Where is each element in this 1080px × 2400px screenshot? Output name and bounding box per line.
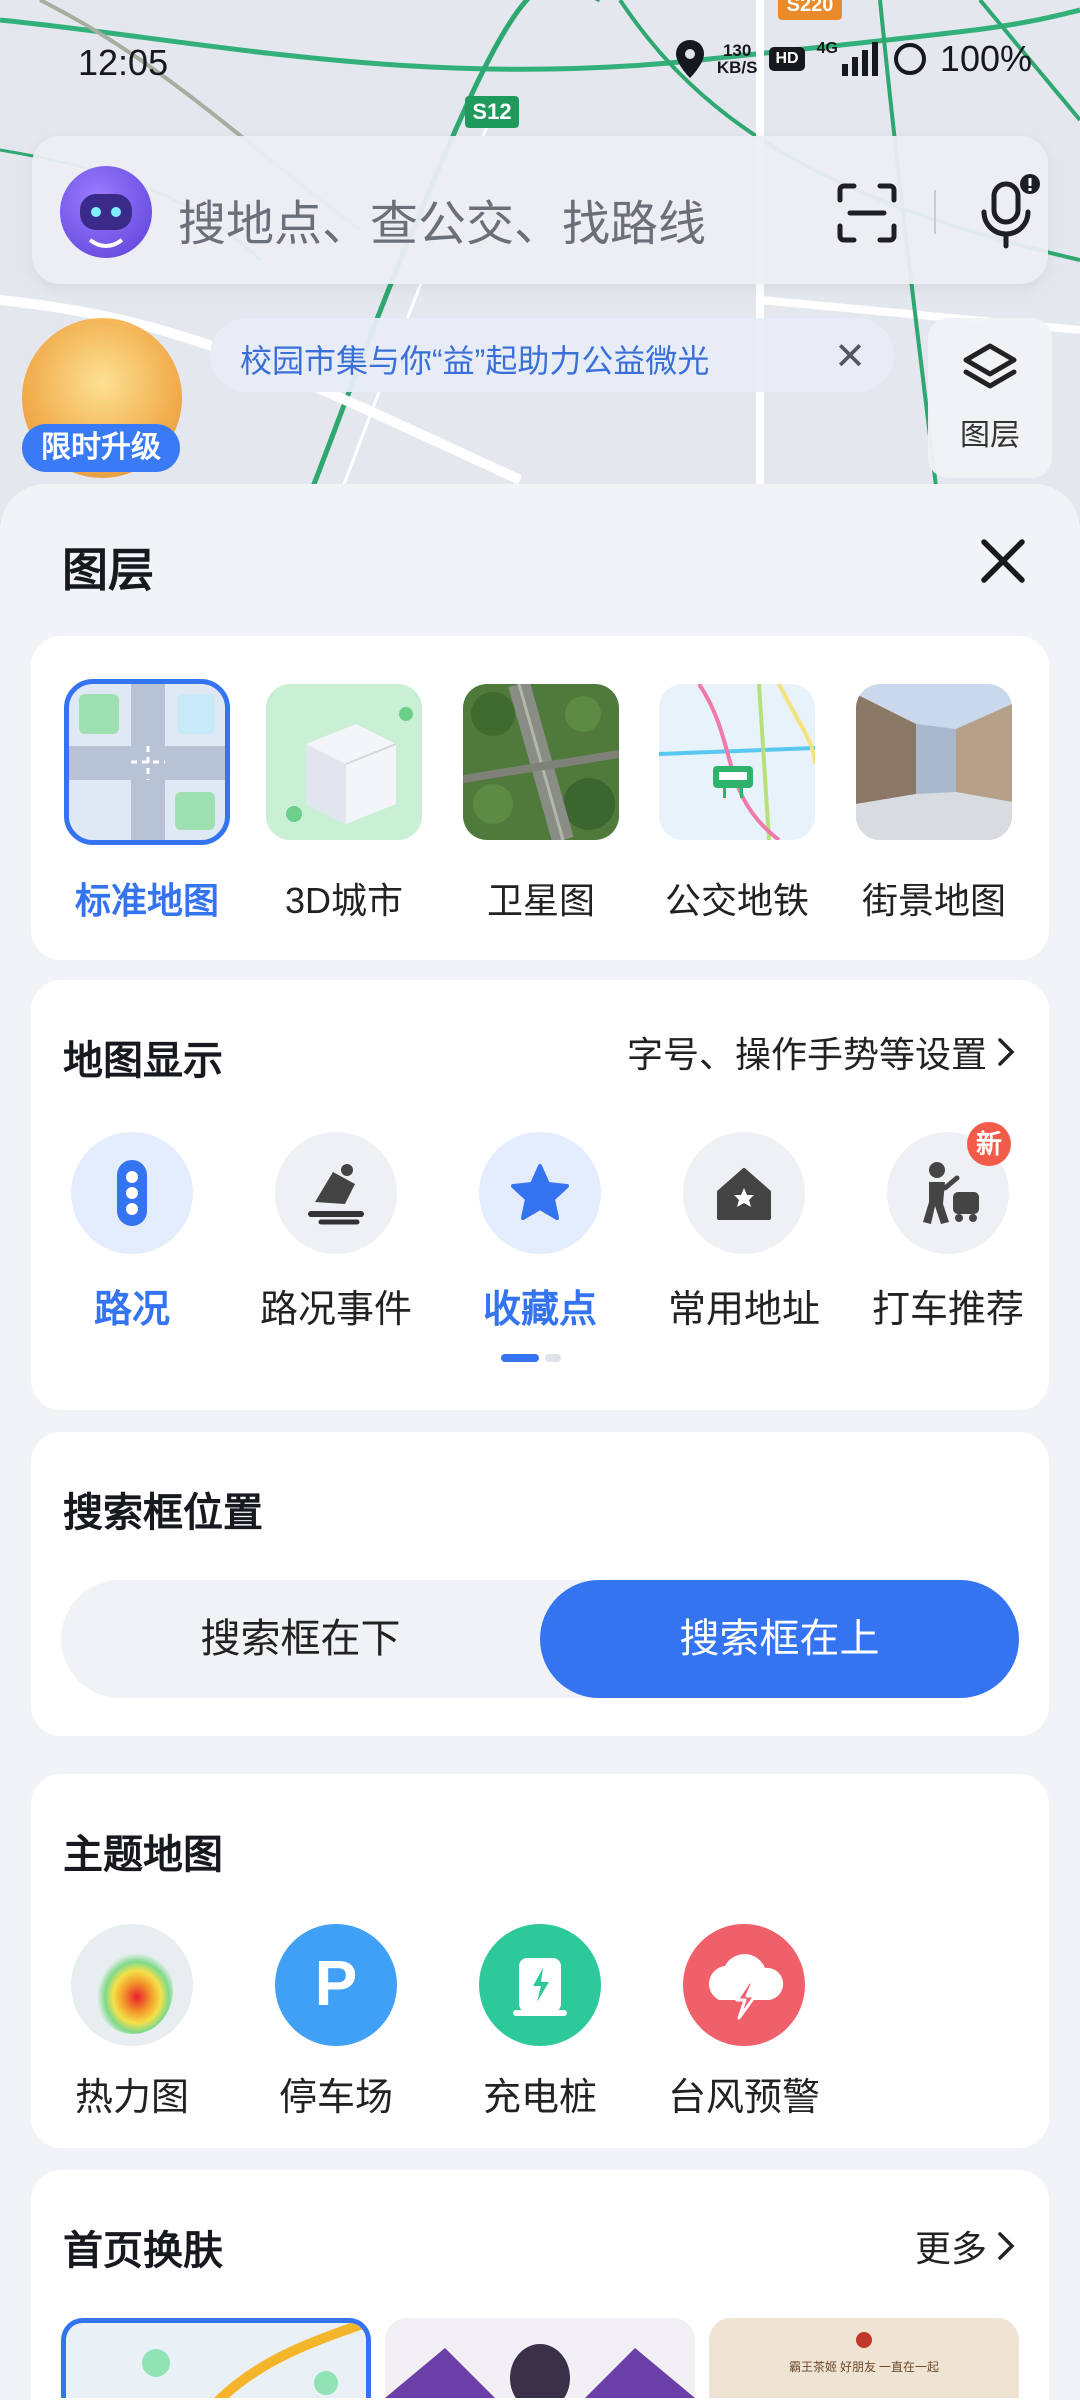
common-address-toggle[interactable] (683, 1132, 805, 1254)
traffic-toggle[interactable] (71, 1132, 193, 1254)
map-type-card: 标准地图 3D城市 卫星图 公交地铁 街景地图 (31, 636, 1049, 960)
traffic-light-icon (117, 1160, 147, 1226)
traffic-events-toggle[interactable] (275, 1132, 397, 1254)
map-type-transit[interactable] (659, 684, 815, 840)
notice-text[interactable]: 校园市集与你“益”起助力公益微光 (240, 336, 709, 382)
display-settings-label[interactable]: 字号、操作手势等设置 (627, 1026, 987, 1078)
promo-upgrade-badge[interactable]: 限时升级 (22, 424, 180, 472)
search-input[interactable]: 搜地点、查公交、找路线 (178, 184, 706, 254)
display-settings-link[interactable]: 字号、操作手势等设置 (627, 1026, 1015, 1078)
display-item-label[interactable]: 常用地址 (644, 1278, 844, 1333)
search-bar[interactable]: 搜地点、查公交、找路线 (32, 136, 1048, 284)
map-type-label[interactable]: 3D城市 (246, 872, 442, 924)
map-type-label[interactable]: 街景地图 (836, 872, 1032, 924)
sheet-title: 图层 (62, 544, 154, 596)
favorites-toggle[interactable] (479, 1132, 601, 1254)
theme-item-label[interactable]: 热力图 (32, 2066, 232, 2121)
battery-ring-icon (893, 43, 926, 75)
map-display-card: 地图显示 字号、操作手势等设置 路况 路况事件 收藏点 常用地址 新 打车推荐 (31, 980, 1049, 1410)
map-type-3d-city[interactable] (266, 684, 422, 840)
status-bar: 12:05 130 KB/S HD 4G 100% (0, 0, 1080, 130)
signal-icon (841, 42, 878, 76)
home-icon (717, 1168, 771, 1220)
charging-pile-icon[interactable] (479, 1924, 601, 2046)
status-icons: 130 KB/S HD 4G 100% (675, 38, 1032, 80)
theme-map-title: 主题地图 (63, 1833, 223, 1877)
heatmap-icon[interactable] (71, 1924, 193, 2046)
page-dot (545, 1354, 561, 1362)
theme-item-label[interactable]: 充电桩 (440, 2066, 640, 2121)
theme-item-label[interactable]: 停车场 (236, 2066, 436, 2121)
search-bottom-option[interactable]: 搜索框在下 (61, 1580, 540, 1698)
map-type-label[interactable]: 标准地图 (49, 872, 245, 924)
map-type-label[interactable]: 卫星图 (443, 872, 639, 924)
chevron-right-icon (998, 2232, 1015, 2260)
map-display-title: 地图显示 (63, 1039, 223, 1083)
skin-game-character[interactable] (385, 2318, 695, 2398)
skin-tea-brand[interactable]: 霸王茶姬 好朋友 一直在一起 (709, 2318, 1019, 2398)
search-top-option[interactable]: 搜索框在上 (540, 1580, 1019, 1698)
microphone-icon[interactable] (972, 172, 1042, 252)
page-dot-active (501, 1354, 539, 1362)
skin-card: 首页换肤 更多 霸王茶姬 好朋友 一直在一起 (31, 2170, 1049, 2400)
map-type-standard[interactable] (64, 679, 230, 845)
new-badge: 新 (967, 1122, 1011, 1166)
notice-banner[interactable]: 校园市集与你“益”起助力公益微光 ✕ (210, 318, 894, 392)
map-type-satellite[interactable] (463, 684, 619, 840)
search-position-segmented[interactable]: 搜索框在下 搜索框在上 (61, 1580, 1019, 1698)
display-item-label[interactable]: 收藏点 (440, 1278, 640, 1333)
map-type-street-view[interactable] (856, 684, 1012, 840)
parking-glyph: P (314, 1947, 358, 2019)
network-type: 4G (816, 40, 838, 57)
close-icon[interactable] (976, 534, 1030, 588)
skin-more-link[interactable]: 更多 (915, 2220, 1015, 2272)
star-icon (511, 1164, 569, 1220)
skin-tea-caption: 霸王茶姬 好朋友 一直在一起 (788, 2360, 939, 2374)
chevron-right-icon (998, 1038, 1015, 1066)
skin-more-label[interactable]: 更多 (915, 2220, 987, 2272)
display-item-label[interactable]: 路况 (32, 1278, 232, 1333)
layer-button-label: 图层 (960, 419, 1020, 452)
scan-icon[interactable] (832, 178, 902, 248)
typhoon-warning-icon[interactable] (683, 1924, 805, 2046)
theme-map-card: 主题地图 热力图 P 停车场 充电桩 台风预警 (31, 1774, 1049, 2148)
location-icon (675, 40, 704, 78)
search-position-title: 搜索框位置 (63, 1491, 263, 1535)
parking-icon[interactable]: P (275, 1924, 397, 2046)
close-icon[interactable]: ✕ (834, 334, 866, 379)
search-divider (934, 190, 936, 234)
skin-title: 首页换肤 (63, 2229, 223, 2273)
network-speed: 130 KB/S (716, 41, 758, 77)
page-indicator (501, 1354, 561, 1362)
display-item-label[interactable]: 路况事件 (236, 1278, 436, 1333)
search-position-card: 搜索框位置 搜索框在下 搜索框在上 (31, 1432, 1049, 1736)
hd-badge: HD (769, 47, 805, 71)
layer-button[interactable]: 图层 (928, 318, 1052, 478)
status-time: 12:05 (78, 42, 169, 83)
assistant-avatar-icon[interactable] (60, 166, 152, 258)
map-type-label[interactable]: 公交地铁 (639, 872, 835, 924)
battery-percent: 100% (939, 38, 1032, 79)
skin-default[interactable] (61, 2318, 371, 2398)
theme-item-label[interactable]: 台风预警 (644, 2066, 844, 2121)
road-event-icon (308, 1164, 364, 1225)
layer-sheet: 图层 标准地图 3D城市 卫星图 公交地铁 街景地图 地图显示 字号、操作手势等… (0, 484, 1080, 2400)
display-item-label[interactable]: 打车推荐 (848, 1278, 1048, 1333)
layers-icon (963, 343, 1017, 389)
